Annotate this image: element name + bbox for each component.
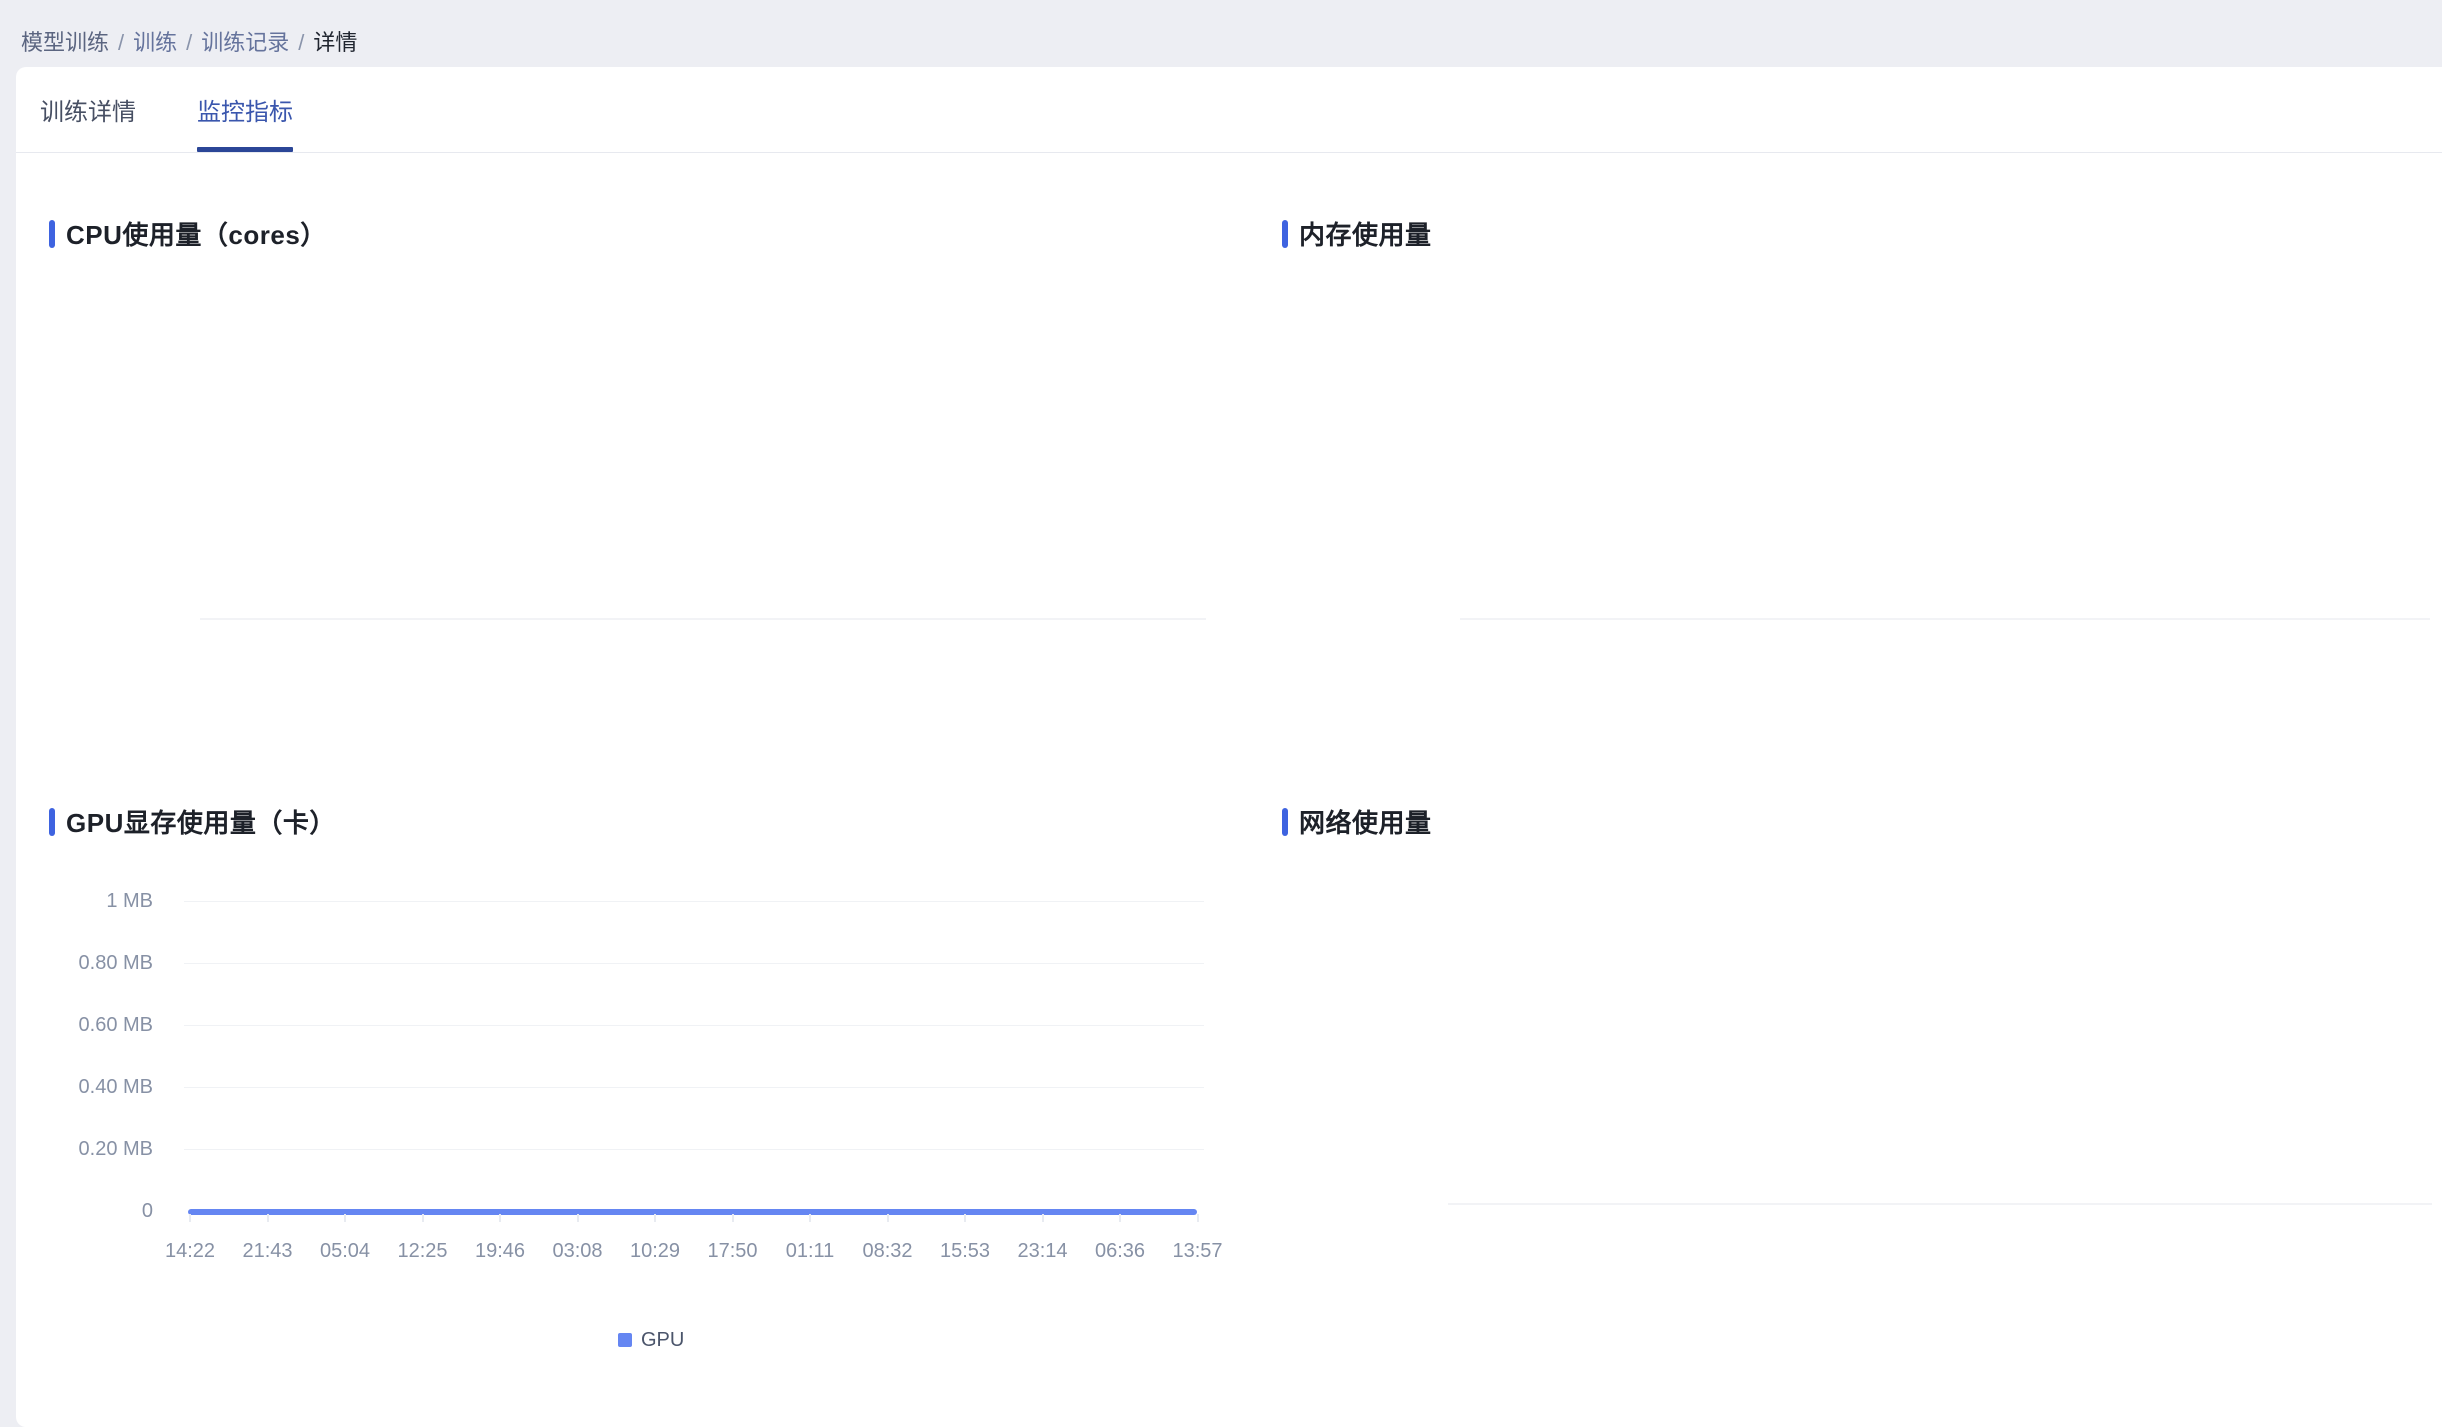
gpu-gridline	[184, 901, 1204, 902]
gpu-x-tick	[267, 1214, 269, 1222]
breadcrumb-item-detail: 详情	[313, 29, 357, 56]
breadcrumb-separator: /	[186, 29, 192, 56]
gpu-x-tick-label: 14:22	[152, 1240, 228, 1262]
gpu-x-tick	[809, 1214, 811, 1222]
gpu-x-tick-label: 06:36	[1082, 1240, 1158, 1262]
gpu-x-tick	[1119, 1214, 1121, 1222]
gpu-y-tick-label: 0	[16, 1199, 153, 1223]
gpu-x-tick-label: 15:53	[927, 1240, 1003, 1262]
gpu-x-tick-label: 19:46	[462, 1240, 538, 1262]
gpu-x-tick-label: 03:08	[540, 1240, 616, 1262]
gpu-x-tick	[577, 1214, 579, 1222]
gpu-gridline	[184, 1025, 1204, 1026]
content-card: 训练详情 监控指标 CPU使用量（cores） 内存使用量 GPU显存使用量（卡…	[16, 67, 2442, 1427]
gpu-x-tick-label: 05:04	[307, 1240, 383, 1262]
gpu-x-tick-label: 13:57	[1160, 1240, 1236, 1262]
gpu-gridline	[184, 963, 1204, 964]
breadcrumb-separator: /	[118, 29, 124, 56]
gpu-y-tick-label: 1 MB	[16, 889, 153, 913]
page: { "breadcrumb": { "separator": "/", "ite…	[0, 0, 2442, 1402]
breadcrumb-item-model-training: 模型训练	[21, 29, 109, 56]
gpu-legend-item[interactable]: GPU	[618, 1333, 684, 1347]
gpu-x-tick-label: 17:50	[695, 1240, 771, 1262]
gpu-y-tick-label: 0.60 MB	[16, 1013, 153, 1037]
breadcrumb-item-training-records[interactable]: 训练记录	[201, 29, 289, 56]
gpu-x-tick-label: 01:11	[772, 1240, 848, 1262]
gpu-x-tick	[654, 1214, 656, 1222]
gpu-chart-plot: GPU 1 MB 0.80 MB 0.60 MB 0.40 MB 0.20 MB 0 14:…	[16, 67, 2442, 1427]
gpu-x-tick	[1197, 1214, 1199, 1222]
gpu-x-tick	[732, 1214, 734, 1222]
gpu-x-tick	[344, 1214, 346, 1222]
gpu-x-tick	[189, 1214, 191, 1222]
gpu-x-tick-label: 23:14	[1005, 1240, 1081, 1262]
breadcrumb-item-training[interactable]: 训练	[133, 29, 177, 56]
gpu-x-tick-label: 08:32	[850, 1240, 926, 1262]
breadcrumb-separator: /	[298, 29, 304, 56]
gpu-y-tick-label: 0.20 MB	[16, 1137, 153, 1161]
gpu-x-tick	[422, 1214, 424, 1222]
gpu-series-line	[188, 1209, 1197, 1215]
gpu-legend-label: GPU	[641, 1333, 684, 1347]
gpu-x-tick	[964, 1214, 966, 1222]
gpu-y-tick-label: 0.80 MB	[16, 951, 153, 975]
gpu-legend-swatch-icon	[618, 1333, 632, 1347]
gpu-x-tick-label: 21:43	[230, 1240, 306, 1262]
gpu-x-tick-label: 12:25	[385, 1240, 461, 1262]
breadcrumb: 模型训练 / 训练 / 训练记录 / 详情	[21, 29, 357, 56]
gpu-y-tick-label: 0.40 MB	[16, 1075, 153, 1099]
gpu-x-tick	[499, 1214, 501, 1222]
gpu-x-tick	[1042, 1214, 1044, 1222]
gpu-gridline	[184, 1087, 1204, 1088]
gpu-gridline	[184, 1149, 1204, 1150]
gpu-x-tick	[887, 1214, 889, 1222]
gpu-x-tick-label: 10:29	[617, 1240, 693, 1262]
